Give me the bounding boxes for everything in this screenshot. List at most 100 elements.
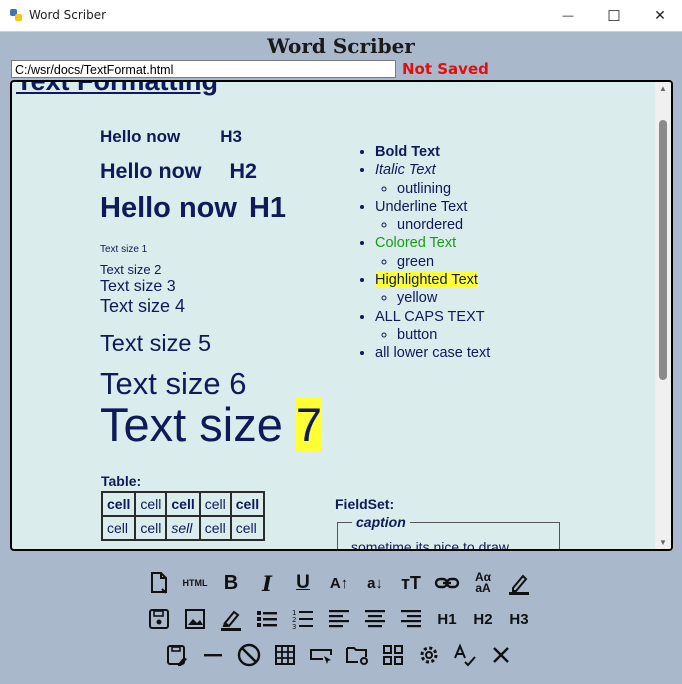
maximize-icon: ☐ xyxy=(607,7,621,25)
minimize-icon: — xyxy=(562,9,574,22)
table-row: cell cell cell cell cell xyxy=(100,491,266,517)
h3-line: Hello now H3 xyxy=(100,127,242,147)
text-size-7: Text size 7 xyxy=(100,398,323,452)
toolbar-row-1: HTML B I U A↑ a↓ тT Aα aA xyxy=(0,566,682,602)
h3-text: Hello now xyxy=(100,127,181,146)
open-folder-icon[interactable] xyxy=(340,638,374,672)
app-header: Word Scriber xyxy=(267,34,415,58)
save-icon[interactable] xyxy=(142,602,176,636)
fieldset-caption: caption xyxy=(352,514,410,530)
toolbar-row-3 xyxy=(0,638,682,674)
table-cell: cell xyxy=(198,491,232,517)
table-cell: cell xyxy=(229,491,266,517)
file-path-field[interactable]: C:/wsr/docs/TextFormat.html xyxy=(11,60,396,78)
list-item: Colored Text green xyxy=(375,234,490,271)
close-icon[interactable] xyxy=(484,638,518,672)
list-item: Bold Text xyxy=(375,143,490,161)
bold-icon[interactable]: B xyxy=(214,566,248,600)
text-size-1: Text size 1 xyxy=(100,244,148,255)
image-icon[interactable] xyxy=(178,602,212,636)
table-cell: cell xyxy=(229,515,266,541)
text-size-icon[interactable]: тT xyxy=(394,566,428,600)
list-subitem: button xyxy=(397,326,490,344)
table-cell: cell xyxy=(100,491,137,517)
align-center-icon[interactable] xyxy=(358,602,392,636)
text-size-2: Text size 2 xyxy=(100,262,162,277)
table-cell: cell xyxy=(134,491,168,517)
close-icon: ✕ xyxy=(654,7,666,23)
text-size-4: Text size 4 xyxy=(100,296,186,316)
toolbar-row-2: 123 H1 H2 H3 xyxy=(0,602,682,638)
window-title: Word Scriber xyxy=(29,8,107,22)
spellcheck-icon[interactable] xyxy=(448,638,482,672)
h1-text: Hello now xyxy=(100,192,237,224)
font-color-icon[interactable] xyxy=(502,566,536,600)
list-subitem: unordered xyxy=(397,216,490,234)
table-cell: cell xyxy=(100,515,137,541)
font-decrease-icon[interactable]: a↓ xyxy=(358,566,392,600)
font-increase-icon[interactable]: A↑ xyxy=(322,566,356,600)
formatting-list: Bold Text Italic Text outlining Underlin… xyxy=(357,143,490,363)
h2-line: Hello now H2 xyxy=(100,159,257,184)
h3-tag: H3 xyxy=(220,127,243,146)
table-cell: cell xyxy=(198,515,232,541)
align-right-icon[interactable] xyxy=(394,602,428,636)
list-item: ALL CAPS TEXT button xyxy=(375,308,490,345)
table-label: Table: xyxy=(101,473,142,489)
h2-text: Hello now xyxy=(100,159,202,183)
list-item: Highlighted Text yellow xyxy=(375,271,490,308)
new-doc-icon[interactable] xyxy=(142,566,176,600)
save-as-icon[interactable] xyxy=(160,638,194,672)
h3-icon[interactable]: H3 xyxy=(502,602,536,636)
vertical-scrollbar[interactable]: ▲ ▼ xyxy=(655,82,671,549)
h1-line: Hello now H1 xyxy=(100,192,286,225)
text-size-5: Text size 5 xyxy=(100,330,212,356)
align-left-icon[interactable] xyxy=(322,602,356,636)
text-size-7-number: 7 xyxy=(295,398,323,451)
numbered-list-icon[interactable]: 123 xyxy=(286,602,320,636)
horizontal-rule-icon[interactable] xyxy=(196,638,230,672)
doc-heading: Text Formatting xyxy=(16,80,218,96)
scroll-up-icon[interactable]: ▲ xyxy=(655,84,671,93)
save-status: Not Saved xyxy=(402,60,489,78)
link-icon[interactable] xyxy=(430,566,464,600)
caps-case-icon[interactable]: Aα aA xyxy=(466,566,500,600)
list-subitem: outlining xyxy=(397,180,490,198)
h1-tag: H1 xyxy=(248,192,287,224)
italic-icon[interactable]: I xyxy=(250,566,284,600)
highlighter-icon[interactable] xyxy=(214,602,248,636)
sample-table: cell cell cell cell cell cell cell sell … xyxy=(100,491,266,541)
list-item: all lower case text xyxy=(375,344,490,362)
underline-icon[interactable]: U xyxy=(286,566,320,600)
svg-text:3: 3 xyxy=(292,623,296,631)
h2-tag: H2 xyxy=(229,159,258,183)
h1-icon[interactable]: H1 xyxy=(430,602,464,636)
scroll-down-icon[interactable]: ▼ xyxy=(655,538,671,547)
scrollbar-thumb[interactable] xyxy=(659,120,667,380)
document-editor[interactable]: Text Formatting Hello now H3 Hello now H2 … xyxy=(10,80,673,551)
list-subitem: green xyxy=(397,253,490,271)
bulleted-list-icon[interactable] xyxy=(250,602,284,636)
h2-icon[interactable]: H2 xyxy=(466,602,500,636)
text-size-7-label: Text size xyxy=(100,398,296,451)
settings-icon[interactable] xyxy=(412,638,446,672)
list-item: Italic Text outlining xyxy=(375,161,490,198)
input-field-icon[interactable] xyxy=(304,638,338,672)
list-subitem: yellow xyxy=(397,289,490,307)
table-row: cell cell sell cell cell xyxy=(100,515,266,541)
window-titlebar: Word Scriber — ☐ ✕ xyxy=(0,0,682,32)
text-size-3: Text size 3 xyxy=(100,278,176,295)
clear-format-icon[interactable] xyxy=(232,638,266,672)
table-cell: cell xyxy=(165,491,201,517)
minimize-button[interactable]: — xyxy=(545,0,591,31)
html-icon[interactable]: HTML xyxy=(178,566,212,600)
python-app-icon xyxy=(10,9,22,21)
maximize-button[interactable]: ☐ xyxy=(591,0,637,31)
table-icon[interactable] xyxy=(268,638,302,672)
text-size-6: Text size 6 xyxy=(100,366,247,401)
table-cell: sell xyxy=(165,515,201,541)
fieldset-text: sometime its nice to draw xyxy=(351,539,509,551)
widgets-icon[interactable] xyxy=(376,638,410,672)
list-item: Underline Text unordered xyxy=(375,198,490,235)
close-window-button[interactable]: ✕ xyxy=(637,0,682,31)
